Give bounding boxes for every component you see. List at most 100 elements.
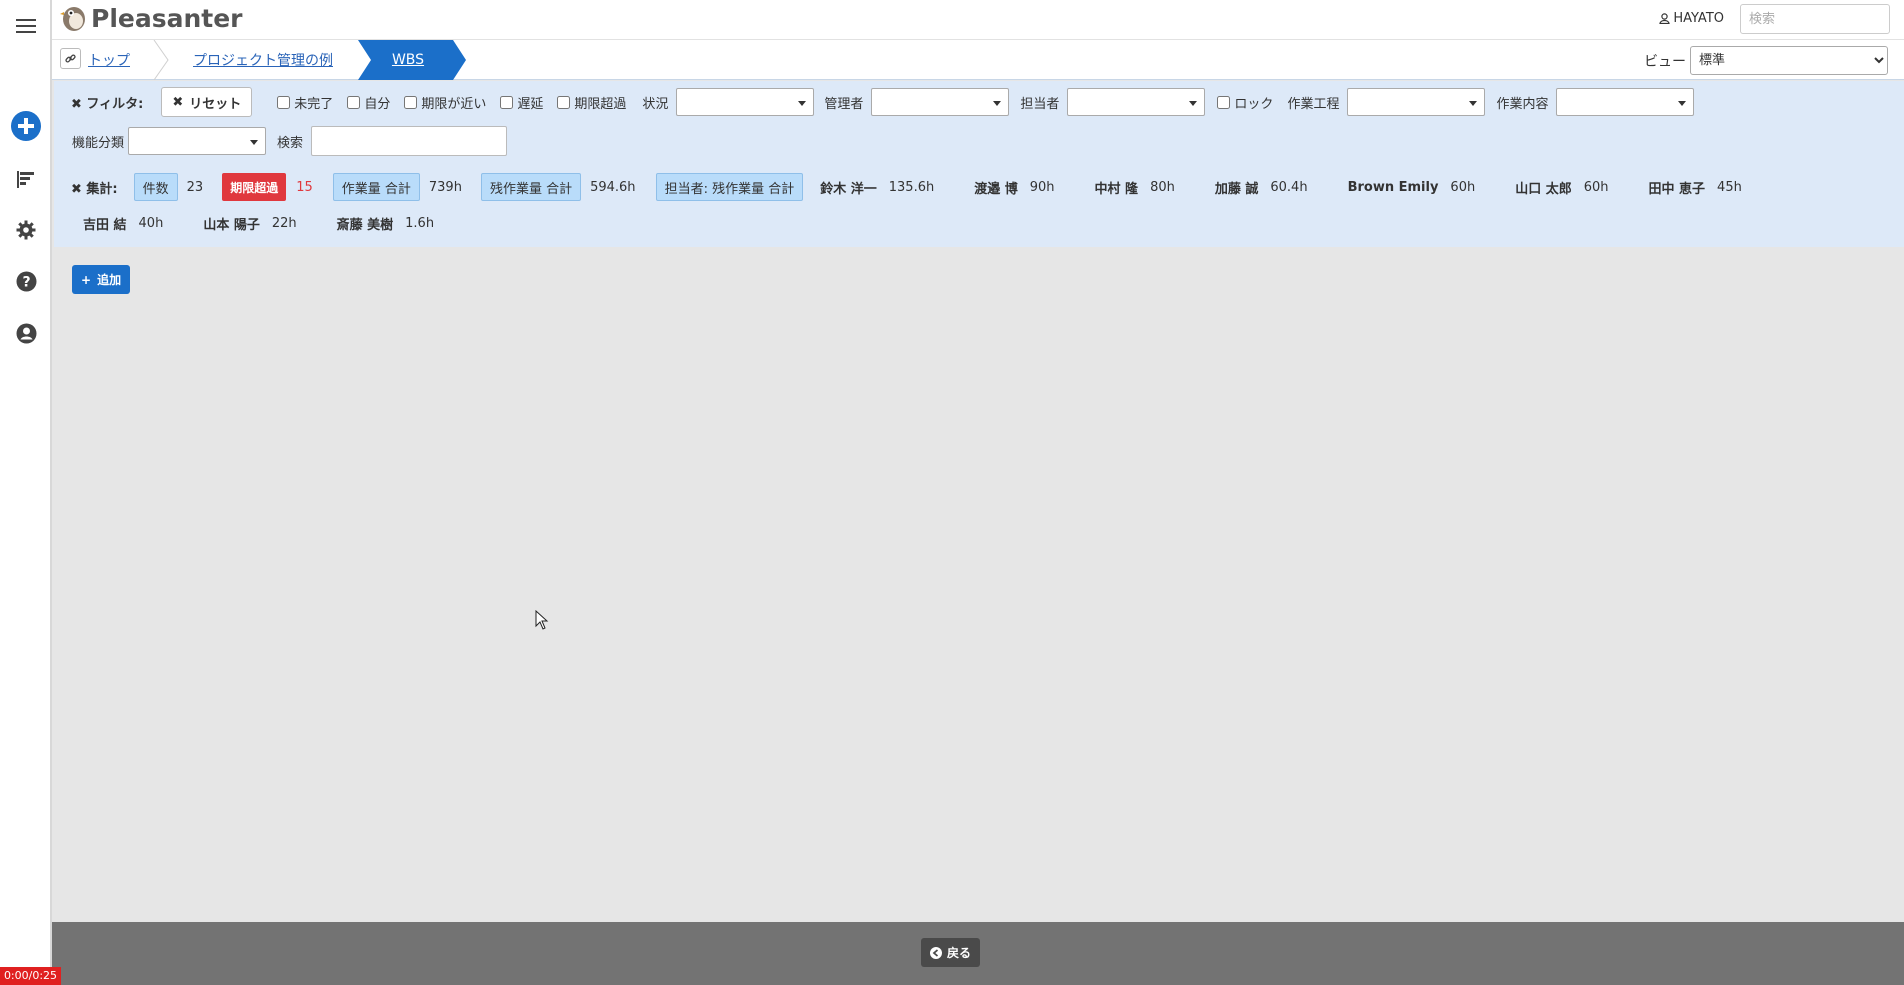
user-icon bbox=[1659, 13, 1671, 24]
manager-filter-label: 管理者 bbox=[824, 96, 864, 112]
process-filter-label: 作業工程 bbox=[1287, 96, 1340, 112]
aggregation-title[interactable]: ✖ 集計: bbox=[71, 178, 118, 197]
person-name: 山口 太郎 bbox=[1515, 181, 1572, 197]
filter-mine-checkbox[interactable] bbox=[347, 95, 361, 109]
filter-title[interactable]: ✖ フィルタ: bbox=[71, 93, 143, 112]
reset-label: リセット bbox=[189, 96, 242, 112]
filter-overdue[interactable]: 期限超過 bbox=[557, 93, 626, 112]
breadcrumb-top-link[interactable]: トップ bbox=[88, 50, 130, 70]
search-filter-label: 検索 bbox=[277, 135, 304, 151]
filter-near-due-label: 期限が近い bbox=[421, 96, 487, 112]
status-filter-label: 状況 bbox=[642, 96, 669, 112]
filter-incomplete-label: 未完了 bbox=[294, 96, 334, 112]
breadcrumb-project[interactable]: プロジェクト管理の例 bbox=[193, 40, 333, 80]
filter-lock[interactable]: ロック bbox=[1217, 93, 1273, 112]
reset-button[interactable]: ✖ リセット bbox=[161, 87, 253, 117]
person-value: 22h bbox=[271, 215, 297, 231]
status-filter-dropdown[interactable] bbox=[676, 88, 815, 116]
filter-near-due[interactable]: 期限が近い bbox=[404, 93, 486, 112]
manager-filter-dropdown[interactable] bbox=[871, 88, 1010, 116]
filter-mine-label: 自分 bbox=[364, 96, 391, 112]
remaining-total-value: 594.6h bbox=[590, 179, 636, 195]
person-name: 鈴木 洋一 bbox=[820, 181, 877, 197]
filter-panel: ✖ フィルタ: ✖ リセット 未完了 自分 期限が近い 遅延 期限超過 状況 管… bbox=[54, 81, 1904, 247]
filter-delayed-checkbox[interactable] bbox=[500, 95, 514, 109]
new-item-icon[interactable] bbox=[11, 111, 41, 141]
person-name: Brown Emily bbox=[1347, 179, 1439, 195]
filter-incomplete[interactable]: 未完了 bbox=[277, 93, 333, 112]
view-select[interactable]: 標準 bbox=[1690, 46, 1888, 75]
filter-near-due-checkbox[interactable] bbox=[404, 95, 418, 109]
menu-icon[interactable] bbox=[11, 11, 41, 41]
person-name: 中村 隆 bbox=[1094, 181, 1139, 197]
function-filter-label: 機能分類 bbox=[72, 135, 125, 151]
overdue-value: 15 bbox=[296, 179, 313, 195]
search-filter-input[interactable] bbox=[311, 126, 508, 156]
owner-filter-label: 担当者 bbox=[1020, 96, 1060, 112]
filter-delayed[interactable]: 遅延 bbox=[500, 93, 543, 112]
filter-overdue-checkbox[interactable] bbox=[557, 95, 571, 109]
content-filter-dropdown[interactable] bbox=[1556, 88, 1695, 116]
filter-mine[interactable]: 自分 bbox=[347, 93, 390, 112]
person-value: 1.6h bbox=[405, 215, 435, 231]
filter-lock-label: ロック bbox=[1234, 96, 1274, 112]
gantt-icon[interactable] bbox=[11, 164, 41, 194]
aggregation-title-label: 集計: bbox=[86, 181, 118, 197]
person-name: 渡邉 博 bbox=[974, 181, 1018, 197]
view-label: ビュー bbox=[1644, 54, 1686, 70]
copy-link-icon[interactable] bbox=[60, 48, 81, 69]
person-name: 加藤 誠 bbox=[1214, 181, 1259, 197]
help-icon[interactable]: ? bbox=[11, 266, 41, 296]
filter-title-label: フィルタ: bbox=[86, 96, 144, 112]
add-button-label: 追加 bbox=[97, 273, 122, 287]
user-profile-icon[interactable] bbox=[11, 318, 41, 348]
global-search-input[interactable] bbox=[1740, 4, 1890, 34]
person-name: 斎藤 美樹 bbox=[336, 217, 394, 233]
process-filter-dropdown[interactable] bbox=[1347, 88, 1486, 116]
person-value: 135.6h bbox=[888, 179, 935, 195]
aggregation-row-2: 吉田 結 40h 山本 陽子 22h 斎藤 美樹 1.6h bbox=[83, 210, 434, 236]
content-filter-label: 作業内容 bbox=[1496, 96, 1549, 112]
svg-text:?: ? bbox=[22, 274, 30, 290]
gear-icon[interactable] bbox=[11, 215, 41, 245]
owner-filter-dropdown[interactable] bbox=[1067, 88, 1206, 116]
back-arrow-icon bbox=[930, 946, 942, 959]
overdue-badge: 期限超過 bbox=[222, 173, 287, 201]
mouse-cursor-icon bbox=[535, 610, 549, 630]
back-button[interactable]: 戻る bbox=[921, 938, 981, 967]
filter-row-1: ✖ フィルタ: ✖ リセット 未完了 自分 期限が近い 遅延 期限超過 状況 管… bbox=[71, 87, 1695, 117]
person-value: 60.4h bbox=[1270, 179, 1308, 195]
add-button[interactable]: + 追加 bbox=[72, 265, 131, 294]
aggregation-row-1: ✖ 集計: 件数 23 期限超過 15 作業量 合計 739h 残作業量 合計 … bbox=[71, 172, 1742, 202]
top-header: Pleasanter HAYATO bbox=[52, 0, 1904, 40]
person-value: 60h bbox=[1583, 179, 1609, 195]
logo-text: Pleasanter bbox=[91, 3, 243, 33]
breadcrumb-separator-icon bbox=[153, 40, 169, 80]
owner-remaining-badge: 担当者: 残作業量 合計 bbox=[655, 173, 804, 201]
breadcrumb-top[interactable]: トップ bbox=[88, 40, 130, 80]
user-name: HAYATO bbox=[1673, 11, 1724, 26]
plus-icon: + bbox=[81, 272, 92, 287]
filter-overdue-label: 期限超過 bbox=[574, 96, 627, 112]
user-menu[interactable]: HAYATO bbox=[1659, 11, 1724, 26]
breadcrumb-current-label[interactable]: WBS bbox=[358, 40, 458, 80]
person-value: 40h bbox=[138, 215, 164, 231]
person-value: 60h bbox=[1450, 179, 1476, 195]
person-name: 吉田 結 bbox=[83, 217, 127, 233]
filter-incomplete-checkbox[interactable] bbox=[277, 95, 291, 109]
filter-row-2: 機能分類 検索 bbox=[72, 126, 508, 156]
filter-lock-checkbox[interactable] bbox=[1217, 95, 1231, 109]
function-filter-dropdown[interactable] bbox=[128, 127, 267, 155]
pleasanter-logo[interactable]: Pleasanter bbox=[60, 3, 243, 33]
remaining-total-badge: 残作業量 合計 bbox=[480, 173, 582, 201]
footer-bar: 戻る bbox=[52, 922, 1904, 985]
count-value: 23 bbox=[186, 179, 204, 195]
breadcrumb-current[interactable]: WBS bbox=[358, 40, 466, 80]
back-button-label: 戻る bbox=[947, 946, 972, 960]
person-value: 90h bbox=[1029, 179, 1055, 195]
person-name: 山本 陽子 bbox=[203, 217, 260, 233]
workload-total-badge: 作業量 合計 bbox=[332, 173, 420, 201]
breadcrumb-project-link[interactable]: プロジェクト管理の例 bbox=[193, 50, 333, 70]
person-value: 45h bbox=[1717, 179, 1742, 195]
breadcrumb-bar: トップ プロジェクト管理の例 WBS ビュー 標準 bbox=[52, 40, 1904, 80]
